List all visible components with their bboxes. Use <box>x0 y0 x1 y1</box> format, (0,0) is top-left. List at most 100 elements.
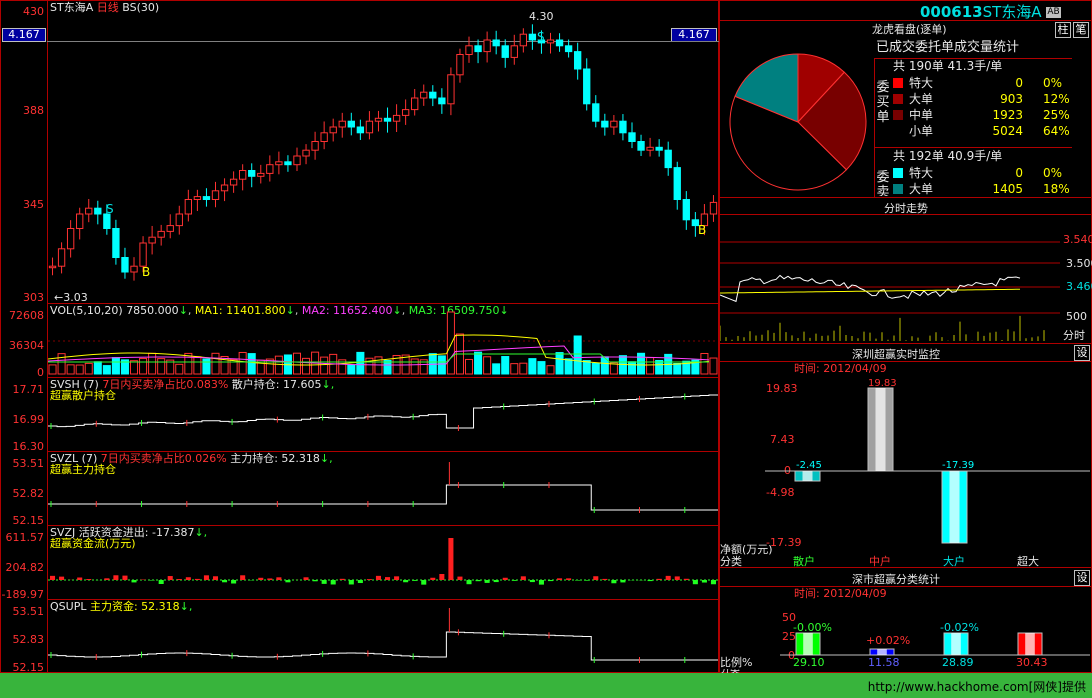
svzj-bar <box>77 577 83 580</box>
candle-body <box>709 201 718 215</box>
svzj-bar <box>357 580 363 584</box>
svzj-bar <box>502 577 508 580</box>
volume-bar <box>211 352 220 375</box>
order-pie-chart[interactable] <box>726 46 870 198</box>
svzj-bar <box>412 580 418 581</box>
svzj-bar <box>330 580 336 585</box>
cl-bottom-1: 11.58 <box>868 656 900 669</box>
buy-row: 特大 0 0% <box>893 75 1073 91</box>
svsh-level-mid: 16.99 <box>12 413 45 426</box>
svzj-level-top: 611.57 <box>5 531 45 544</box>
sell-row: 大单 1405 18% <box>893 181 1073 197</box>
minute-vol-level: 500 <box>1066 310 1087 323</box>
sell-total: 共 192单 40.9手/单 <box>893 149 1003 163</box>
candle-body <box>411 97 419 111</box>
svzj-bar <box>185 577 191 580</box>
candle-body <box>175 213 183 227</box>
legend-swatch <box>893 78 903 88</box>
svzj-bar <box>385 577 391 580</box>
svzj-bar <box>593 576 599 580</box>
classify-ylabel: 比例% <box>720 656 753 669</box>
svzj-bar <box>656 578 662 580</box>
svzj-bar <box>692 580 698 585</box>
candlestick-chart[interactable] <box>48 1 718 303</box>
svzl-chart[interactable] <box>48 452 718 525</box>
realtime-bar-chart[interactable]: -2.45 19.83 -17.39 <box>720 362 1090 567</box>
svzj-bar <box>584 580 590 581</box>
legend-swatch <box>893 184 903 194</box>
svzj-bar <box>194 578 200 580</box>
svzj-bar <box>538 580 544 585</box>
svzj-bar <box>267 578 273 580</box>
legend-swatch <box>893 168 903 178</box>
cl-bar-3-shine <box>1025 633 1035 655</box>
svsh-level-bottom: 16.30 <box>12 440 45 453</box>
qsupl-chart[interactable] <box>48 600 718 672</box>
svzj-bar <box>602 578 608 580</box>
candle-body <box>555 39 564 47</box>
signal-sell-2: S <box>537 30 545 44</box>
volume-bar <box>139 357 148 375</box>
svzj-bar <box>86 579 92 580</box>
legend-swatch <box>893 94 903 104</box>
vol-level-mid: 36304 <box>9 339 44 352</box>
svzj-bar <box>575 580 581 581</box>
candle-body <box>329 126 337 134</box>
candle-body <box>193 196 202 201</box>
volume-bar <box>709 357 718 375</box>
buy-side-label: 委买单 <box>876 80 890 125</box>
volume-bar <box>519 362 528 375</box>
svzj-bar <box>222 580 228 583</box>
bar-view-button[interactable]: 柱 <box>1055 22 1071 38</box>
svzj-bar <box>403 580 409 583</box>
svzj-chart[interactable] <box>48 526 718 599</box>
candle-body <box>501 45 509 58</box>
candle-body <box>248 170 256 177</box>
candle-body <box>664 149 672 169</box>
volume-bar <box>501 356 510 375</box>
minute-chart[interactable] <box>720 215 1060 343</box>
svsh-chart[interactable] <box>48 378 718 451</box>
volume-bar <box>93 361 102 375</box>
volume-bar <box>492 363 501 375</box>
tick-view-button[interactable]: 笔 <box>1073 22 1089 38</box>
classify-settings-button[interactable]: 设 <box>1074 570 1090 586</box>
svzj-bar <box>448 538 454 580</box>
svzj-bar <box>566 578 572 580</box>
volume-chart[interactable] <box>48 304 718 377</box>
buy-row: 小单 5024 64% <box>893 123 1073 139</box>
volume-bar <box>57 353 66 375</box>
volume-bar <box>537 361 546 375</box>
svzj-bar <box>457 576 463 580</box>
realtime-settings-button[interactable]: 设 <box>1074 345 1090 361</box>
candle-body <box>238 170 247 180</box>
svzj-bar <box>131 580 137 583</box>
candle-body <box>483 39 491 53</box>
volume-bar <box>148 352 157 375</box>
cl-bar-0-shine <box>803 633 813 655</box>
stock-name: ST东海A <box>982 3 1042 21</box>
svzj-bar <box>321 580 327 584</box>
cl-bar-2-shine <box>951 633 961 655</box>
price-top-label: 430 <box>23 5 44 18</box>
longhu-subtitle: 已成交委托单成交量统计 <box>876 40 1020 55</box>
svzj-bar <box>258 577 264 580</box>
candle-body <box>564 45 573 53</box>
candle-body <box>202 196 211 201</box>
candle-body <box>510 45 518 58</box>
volume-bar <box>129 360 139 375</box>
volume-bar <box>591 362 600 375</box>
cursor-price-box-left: 4.167 <box>2 28 46 42</box>
candle-body <box>519 33 528 47</box>
candle-body <box>284 161 292 166</box>
sell-side-label: 委卖单 <box>876 170 890 196</box>
candle-body <box>619 120 627 134</box>
cl-top-2: -0.02% <box>940 621 979 634</box>
stock-code: 000613 <box>920 3 983 21</box>
candle-body <box>429 91 437 99</box>
svzj-bar <box>312 580 318 582</box>
candle-body <box>293 155 301 166</box>
svzj-bar <box>421 580 427 585</box>
candle-body <box>447 74 455 105</box>
price-level-303: 303 <box>23 291 44 304</box>
